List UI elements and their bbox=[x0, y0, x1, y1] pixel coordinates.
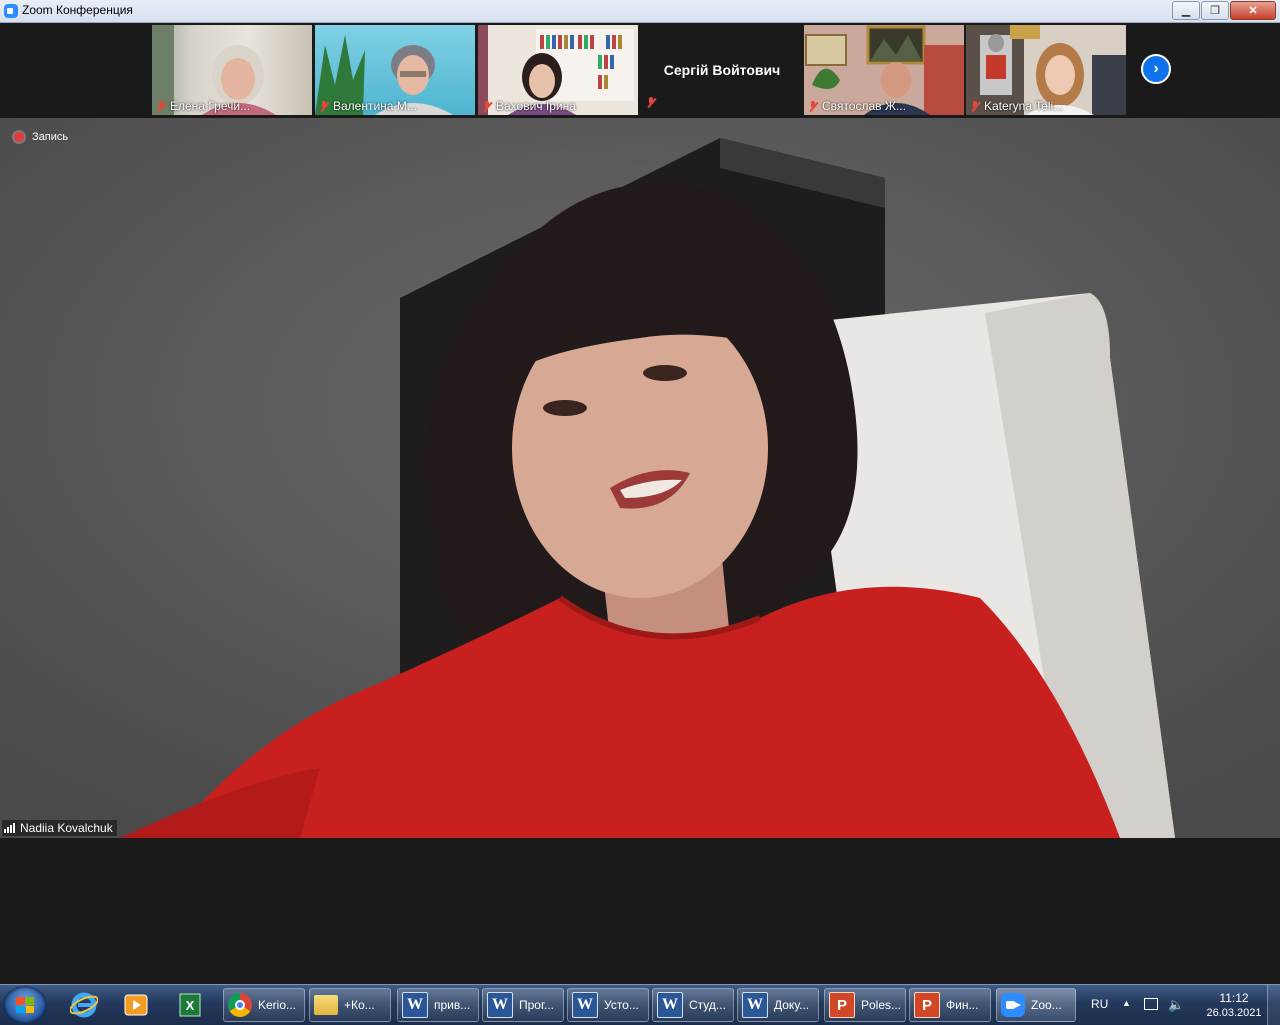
participant-name: Сергій Войтович bbox=[663, 62, 781, 78]
participant-tile[interactable]: Kateryna Teli... bbox=[966, 25, 1126, 115]
muted-mic-icon bbox=[808, 100, 818, 112]
muted-mic-icon bbox=[156, 100, 166, 112]
show-desktop-button[interactable] bbox=[1267, 985, 1280, 1025]
muted-mic-icon bbox=[319, 100, 329, 112]
media-player-pinned[interactable] bbox=[116, 989, 156, 1021]
media-player-icon bbox=[124, 994, 148, 1016]
signal-strength-icon bbox=[4, 823, 15, 833]
recording-dot-icon bbox=[14, 132, 24, 142]
taskbar-button-label: Фин... bbox=[946, 998, 979, 1012]
recording-label: Запись bbox=[32, 131, 69, 143]
svg-text:X: X bbox=[186, 998, 195, 1013]
taskbar-button-label: Студ... bbox=[689, 998, 726, 1012]
participant-name: Валентина М... bbox=[333, 99, 417, 113]
muted-mic-icon bbox=[970, 100, 980, 112]
taskbar-button-label: Poles... bbox=[861, 998, 902, 1012]
taskbar-button-label: +Ко... bbox=[344, 998, 375, 1012]
participant-tile-video-off[interactable]: Сергій Войтович bbox=[642, 25, 802, 115]
chevron-right-icon: › bbox=[1153, 60, 1159, 77]
active-speaker-video: Запись Nadiia Kovalchuk bbox=[0, 118, 1280, 838]
taskbar-button-label: Доку... bbox=[774, 998, 810, 1012]
taskbar-button-word[interactable]: W Усто... bbox=[567, 988, 649, 1022]
close-button[interactable]: ✕ bbox=[1230, 1, 1276, 20]
taskbar-button-label: Прог... bbox=[519, 998, 554, 1012]
participant-name: Елена Гречи... bbox=[170, 99, 251, 113]
speaker-name: Nadiia Kovalchuk bbox=[20, 821, 113, 835]
speaker-video-frame bbox=[0, 118, 1280, 838]
participant-tile[interactable]: Валентина М... bbox=[315, 25, 475, 115]
internet-explorer-pinned[interactable] bbox=[64, 989, 104, 1021]
show-hidden-icons-icon[interactable]: ▲ bbox=[1122, 998, 1131, 1008]
recording-indicator: Запись bbox=[14, 131, 68, 143]
taskbar-button-zoom[interactable]: Zoo... bbox=[996, 988, 1076, 1022]
word-icon: W bbox=[742, 992, 768, 1018]
folder-icon bbox=[314, 995, 338, 1015]
zoom-icon bbox=[1001, 993, 1025, 1017]
start-button[interactable] bbox=[3, 986, 47, 1024]
taskbar-button-word[interactable]: W Прог... bbox=[482, 988, 564, 1022]
window-title: Zoom Конференция bbox=[22, 3, 133, 17]
excel-icon: X bbox=[179, 993, 201, 1017]
speaker-name-tag: Nadiia Kovalchuk bbox=[2, 820, 117, 836]
taskbar-button-word[interactable]: W прив... bbox=[397, 988, 479, 1022]
taskbar-button-label: Усто... bbox=[604, 998, 639, 1012]
network-icon[interactable] bbox=[1144, 998, 1158, 1010]
participant-tile[interactable]: Вахович Ірина bbox=[478, 25, 638, 115]
windows-taskbar: X Kerio... +Ко... W прив... W Прог... W … bbox=[0, 984, 1280, 1025]
clock-date[interactable]: 26.03.2021 bbox=[1192, 1007, 1276, 1019]
excel-pinned[interactable]: X bbox=[170, 989, 210, 1021]
participant-name: Вахович Ірина bbox=[496, 99, 576, 113]
word-icon: W bbox=[572, 992, 598, 1018]
windows-logo-icon bbox=[16, 997, 34, 1013]
video-area-background bbox=[0, 838, 1280, 986]
taskbar-button-folder[interactable]: +Ко... bbox=[309, 988, 391, 1022]
system-tray: RU ▲ 🔈 11:12 26.03.2021 bbox=[1080, 985, 1280, 1025]
internet-explorer-icon bbox=[70, 992, 98, 1018]
next-page-button[interactable]: › bbox=[1141, 54, 1171, 84]
taskbar-button-chrome[interactable]: Kerio... bbox=[223, 988, 305, 1022]
muted-mic-icon bbox=[482, 100, 492, 112]
taskbar-button-label: Zoo... bbox=[1031, 998, 1062, 1012]
word-icon: W bbox=[657, 992, 683, 1018]
minimize-button[interactable]: ▁ bbox=[1172, 1, 1200, 20]
muted-mic-icon bbox=[646, 97, 656, 108]
maximize-button[interactable]: ❐ bbox=[1201, 1, 1229, 20]
taskbar-button-label: Kerio... bbox=[258, 998, 297, 1012]
taskbar-button-word[interactable]: W Доку... bbox=[737, 988, 819, 1022]
participant-tile[interactable]: Елена Гречи... bbox=[152, 25, 312, 115]
chrome-icon bbox=[228, 993, 252, 1017]
taskbar-button-powerpoint[interactable]: P Poles... bbox=[824, 988, 906, 1022]
word-icon: W bbox=[402, 992, 428, 1018]
volume-icon[interactable]: 🔈 bbox=[1168, 997, 1184, 1013]
language-indicator[interactable]: RU bbox=[1091, 997, 1108, 1011]
window-titlebar: Zoom Конференция ▁ ❐ ✕ bbox=[0, 0, 1280, 23]
participant-name: Kateryna Teli... bbox=[984, 99, 1064, 113]
participant-strip: Елена Гречи... Валентина М... Вахович Ір… bbox=[0, 23, 1280, 118]
taskbar-button-powerpoint[interactable]: P Фин... bbox=[909, 988, 991, 1022]
word-icon: W bbox=[487, 992, 513, 1018]
taskbar-button-word[interactable]: W Студ... bbox=[652, 988, 734, 1022]
participant-name: Святослав Ж... bbox=[822, 99, 906, 113]
powerpoint-icon: P bbox=[829, 992, 855, 1018]
clock-time[interactable]: 11:12 bbox=[1204, 991, 1264, 1005]
participant-tile[interactable]: Святослав Ж... bbox=[804, 25, 964, 115]
zoom-app-icon bbox=[4, 4, 18, 18]
taskbar-button-label: прив... bbox=[434, 998, 471, 1012]
powerpoint-icon: P bbox=[914, 992, 940, 1018]
